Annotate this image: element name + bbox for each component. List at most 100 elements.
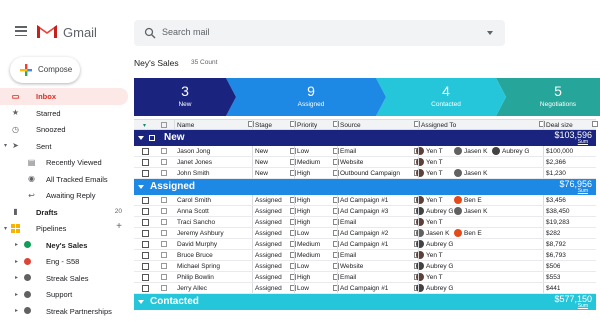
expand-arrow-icon[interactable]: ▾ bbox=[4, 142, 7, 149]
table-row[interactable]: John Smith New High Outbound Campaign Yen TJ… bbox=[134, 168, 596, 179]
row-checkbox[interactable] bbox=[161, 148, 167, 154]
row-checkbox[interactable] bbox=[161, 197, 167, 203]
row-checkbox[interactable] bbox=[161, 274, 167, 280]
stage-new[interactable]: 3 New bbox=[134, 78, 236, 116]
group-header-assigned[interactable]: Assigned $76,956 Sum bbox=[134, 179, 596, 195]
table-row[interactable]: Anna Scott Assigned High Ad Campaign #3 Aubr… bbox=[134, 206, 596, 217]
gmail-logo-icon[interactable] bbox=[36, 23, 58, 39]
row-checkbox[interactable] bbox=[161, 170, 167, 176]
expand-row-icon[interactable] bbox=[142, 219, 149, 226]
sidebar-item-ney-s-sales[interactable]: ▸ Ney's Sales bbox=[0, 237, 128, 254]
group-select-checkbox[interactable] bbox=[149, 135, 155, 141]
expand-row-icon[interactable] bbox=[142, 208, 149, 215]
cell-dropdown-icon[interactable] bbox=[333, 208, 339, 214]
row-checkbox[interactable] bbox=[161, 252, 167, 258]
table-row[interactable]: Jeremy Ashbury Assigned Low Ad Campaign #2 J… bbox=[134, 228, 596, 239]
group-sum-label[interactable]: Sum bbox=[578, 188, 588, 194]
main-menu-icon[interactable] bbox=[15, 26, 27, 36]
expand-arrow-icon[interactable]: ▸ bbox=[15, 274, 18, 281]
cell-dropdown-icon[interactable] bbox=[290, 159, 296, 165]
table-row[interactable]: Jason Jong New Low Email Yen T Jasen K Aubrey … bbox=[134, 146, 596, 157]
expand-arrow-icon[interactable]: ▸ bbox=[15, 258, 18, 265]
expand-arrow-icon[interactable]: ▾ bbox=[4, 225, 7, 232]
stage-assigned[interactable]: 9 Assigned bbox=[226, 78, 386, 116]
sidebar-item-streak-partnerships[interactable]: ▸ Streak Partnerships bbox=[0, 303, 128, 320]
expand-arrow-icon[interactable]: ▸ bbox=[15, 241, 18, 248]
cell-dropdown-icon[interactable] bbox=[290, 252, 296, 258]
cell-dropdown-icon[interactable] bbox=[290, 241, 296, 247]
expand-arrow-icon[interactable]: ▸ bbox=[15, 307, 18, 314]
search-icon[interactable] bbox=[144, 27, 156, 39]
cell-dropdown-icon[interactable] bbox=[333, 285, 339, 291]
pipeline-count[interactable]: 35 Count bbox=[191, 59, 217, 66]
cell-dropdown-icon[interactable] bbox=[333, 148, 339, 154]
cell-dropdown-icon[interactable] bbox=[333, 159, 339, 165]
stage-negotiations[interactable]: 5 Negotiations bbox=[496, 78, 600, 116]
group-header-contacted[interactable]: Contacted $577,150 Sum bbox=[134, 294, 596, 310]
select-all-checkbox[interactable] bbox=[161, 121, 167, 128]
cell-dropdown-icon[interactable] bbox=[290, 219, 296, 225]
row-checkbox[interactable] bbox=[161, 241, 167, 247]
sidebar-item-drafts[interactable]: ▮ Drafts 20 bbox=[0, 204, 128, 221]
cell-dropdown-icon[interactable] bbox=[290, 285, 296, 291]
expand-arrow-icon[interactable]: ▸ bbox=[15, 291, 18, 298]
row-checkbox[interactable] bbox=[161, 219, 167, 225]
cell-dropdown-icon[interactable] bbox=[333, 274, 339, 280]
column-filter-icon[interactable] bbox=[333, 121, 339, 127]
sidebar-item-support[interactable]: ▸ Support bbox=[0, 286, 128, 303]
cell-dropdown-icon[interactable] bbox=[290, 274, 296, 280]
group-sum-label[interactable]: Sum bbox=[578, 303, 588, 309]
expand-row-icon[interactable] bbox=[142, 263, 149, 270]
table-row[interactable]: Janet Jones New Medium Website Yen T $2,366 bbox=[134, 157, 596, 168]
sidebar-item-eng-s58[interactable]: ▸ Eng - S58 bbox=[0, 253, 128, 270]
row-checkbox[interactable] bbox=[161, 208, 167, 214]
expand-row-icon[interactable] bbox=[142, 159, 149, 166]
row-checkbox[interactable] bbox=[161, 285, 167, 291]
table-row[interactable]: Jerry Allec Assigned Low Ad Campaign #1 Aubr… bbox=[134, 283, 596, 294]
row-checkbox[interactable] bbox=[161, 159, 167, 165]
stage-contacted[interactable]: 4 Contacted bbox=[376, 78, 506, 116]
column-filter-icon[interactable] bbox=[539, 121, 545, 127]
cell-dropdown-icon[interactable] bbox=[333, 241, 339, 247]
group-header-new[interactable]: New $103,596 Sum bbox=[134, 130, 596, 146]
table-row[interactable]: Traci Sancho Assigned High Email Yen T $19,28… bbox=[134, 217, 596, 228]
sidebar-item-recently-viewed[interactable]: ▤ Recently Viewed bbox=[0, 154, 128, 171]
expand-row-icon[interactable] bbox=[142, 285, 149, 292]
collapse-group-icon[interactable] bbox=[138, 136, 144, 140]
cell-dropdown-icon[interactable] bbox=[290, 208, 296, 214]
expand-row-icon[interactable] bbox=[142, 274, 149, 281]
cell-dropdown-icon[interactable] bbox=[290, 170, 296, 176]
cell-dropdown-icon[interactable] bbox=[333, 219, 339, 225]
sidebar-item-inbox[interactable]: ▭ Inbox bbox=[0, 88, 128, 105]
collapse-group-icon[interactable] bbox=[138, 185, 144, 189]
cell-dropdown-icon[interactable] bbox=[290, 263, 296, 269]
cell-dropdown-icon[interactable] bbox=[333, 197, 339, 203]
sidebar-item-snoozed[interactable]: ◷ Snoozed bbox=[0, 121, 128, 138]
expand-row-icon[interactable] bbox=[142, 197, 149, 204]
sidebar-item-streak-sales[interactable]: ▸ Streak Sales bbox=[0, 270, 128, 287]
row-checkbox[interactable] bbox=[161, 263, 167, 269]
add-pipeline-icon[interactable]: + bbox=[116, 221, 122, 232]
search-options-icon[interactable] bbox=[487, 31, 493, 35]
row-checkbox[interactable] bbox=[161, 230, 167, 236]
table-row[interactable]: Michael Spring Assigned Low Website Aubrey G… bbox=[134, 261, 596, 272]
table-row[interactable]: Carol Smith Assigned High Ad Campaign #1 Yen… bbox=[134, 195, 596, 206]
expand-row-icon[interactable] bbox=[142, 241, 149, 248]
sidebar-item-all-tracked-emails[interactable]: ◉ All Tracked Emails bbox=[0, 171, 128, 188]
expand-row-icon[interactable] bbox=[142, 252, 149, 259]
table-row[interactable]: Philip Bowlin Assigned High Email Yen T $553 bbox=[134, 272, 596, 283]
column-filter-icon[interactable] bbox=[248, 121, 254, 127]
cell-dropdown-icon[interactable] bbox=[290, 148, 296, 154]
table-row[interactable]: Bruce Bruce Assigned Medium Email Yen T $6,79… bbox=[134, 250, 596, 261]
cell-dropdown-icon[interactable] bbox=[290, 197, 296, 203]
expand-row-icon[interactable] bbox=[142, 170, 149, 177]
column-filter-icon[interactable] bbox=[414, 121, 420, 127]
search-bar[interactable]: Search mail bbox=[134, 20, 505, 46]
column-filter-icon[interactable] bbox=[290, 121, 296, 127]
cell-dropdown-icon[interactable] bbox=[290, 230, 296, 236]
compose-button[interactable]: Compose bbox=[10, 57, 80, 83]
table-row[interactable]: David Murphy Assigned Medium Ad Campaign #1… bbox=[134, 239, 596, 250]
sidebar-item-pipelines[interactable]: ▾ Pipelines + bbox=[0, 220, 128, 237]
collapse-group-icon[interactable] bbox=[138, 300, 144, 304]
sidebar-item-starred[interactable]: ★ Starred bbox=[0, 105, 128, 122]
